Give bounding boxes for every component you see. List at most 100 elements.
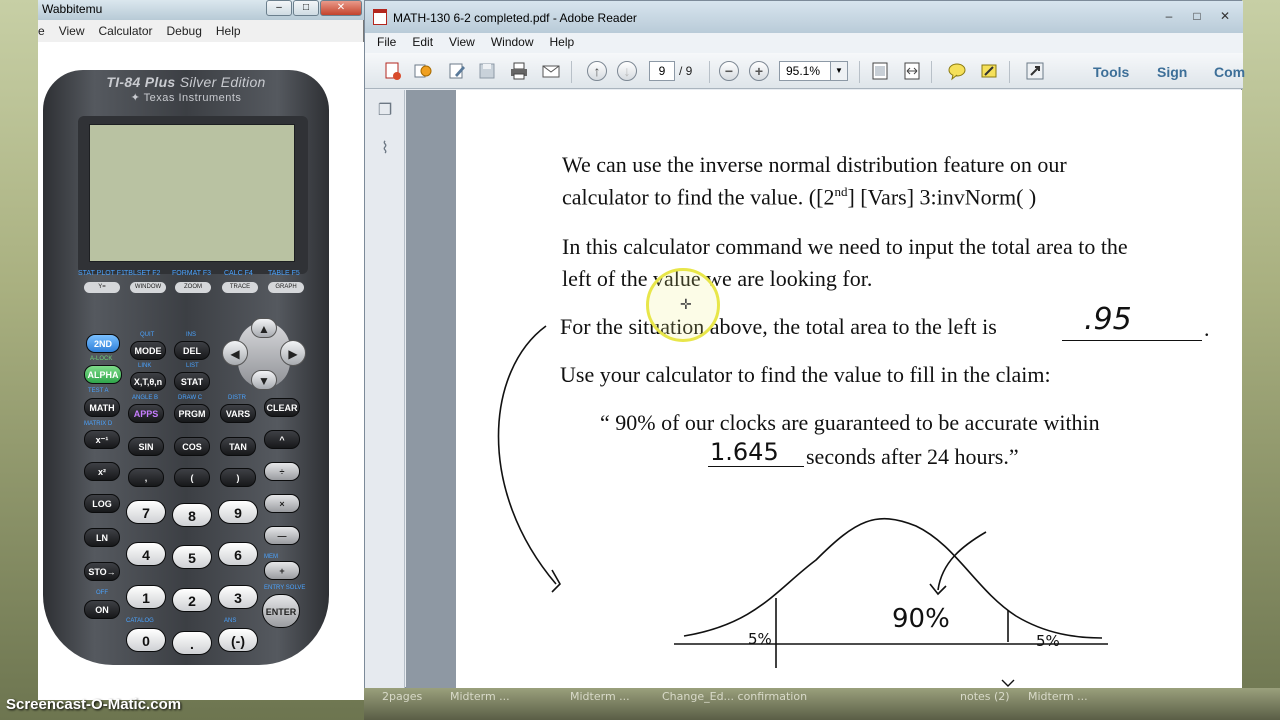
menu-edit[interactable]: Edit — [412, 33, 433, 53]
divide-key[interactable]: ÷ — [264, 462, 300, 481]
xt-key[interactable]: X,T,θ,n — [130, 372, 166, 391]
taskbar-item-2[interactable]: Midterm ... — [450, 690, 510, 703]
zoom-key[interactable]: ZOOM — [175, 282, 211, 293]
apps-key[interactable]: APPS — [128, 404, 164, 423]
fit-page-icon[interactable] — [868, 59, 892, 83]
next-page-icon[interactable]: ↓ — [615, 59, 639, 83]
down-arrow-icon[interactable]: ▼ — [251, 370, 277, 390]
edit-icon[interactable] — [445, 59, 469, 83]
menu-file[interactable]: File — [377, 33, 396, 53]
six-key[interactable]: 6 — [218, 542, 258, 566]
stat-key[interactable]: STAT — [174, 372, 210, 391]
attachments-icon[interactable]: ⌇ — [375, 138, 395, 160]
taskbar-item-6[interactable]: Midterm ... — [1028, 690, 1088, 703]
document-viewport[interactable]: We can use the inverse normal distributi… — [406, 90, 1242, 688]
cos-key[interactable]: COS — [174, 437, 210, 456]
subtract-key[interactable]: — — [264, 526, 300, 545]
window-key[interactable]: WINDOW — [130, 282, 166, 293]
decimal-key[interactable]: . — [172, 631, 212, 655]
left-arrow-icon[interactable]: ◀ — [222, 340, 248, 366]
reader-maximize-button[interactable]: □ — [1183, 7, 1211, 25]
inverse-key[interactable]: x⁻¹ — [84, 430, 120, 449]
math-key[interactable]: MATH — [84, 398, 120, 417]
nine-key[interactable]: 9 — [218, 500, 258, 524]
maximize-button[interactable]: □ — [293, 0, 319, 16]
alpha-key[interactable]: ALPHA — [84, 365, 122, 384]
ln-key[interactable]: LN — [84, 528, 120, 547]
menu-window[interactable]: Window — [491, 33, 534, 53]
reader-titlebar[interactable]: MATH-130 6-2 completed.pdf - Adobe Reade… — [365, 1, 1243, 33]
trace-key[interactable]: TRACE — [222, 282, 258, 293]
create-pdf-icon[interactable] — [381, 59, 405, 83]
menu-help[interactable]: Help — [550, 33, 575, 53]
right-paren-key[interactable]: ) — [220, 468, 256, 487]
seven-key[interactable]: 7 — [126, 500, 166, 524]
zoom-level-input[interactable]: 95.1% — [779, 61, 831, 81]
comment-icon[interactable] — [945, 59, 969, 83]
comma-key[interactable]: , — [128, 468, 164, 487]
reader-close-button[interactable]: ✕ — [1211, 7, 1239, 25]
mode-key[interactable]: MODE — [130, 341, 166, 360]
five-key[interactable]: 5 — [172, 545, 212, 569]
email-icon[interactable] — [539, 59, 563, 83]
prgm-key[interactable]: PRGM — [174, 404, 210, 423]
left-paren-key[interactable]: ( — [174, 468, 210, 487]
add-key[interactable]: + — [264, 561, 300, 580]
enter-key[interactable]: ENTER — [262, 594, 300, 628]
y-equals-key[interactable]: Y= — [84, 282, 120, 293]
combine-icon[interactable] — [411, 59, 435, 83]
comment-pane-link[interactable]: Com — [1214, 64, 1245, 80]
minimize-button[interactable]: – — [266, 0, 292, 16]
vars-key[interactable]: VARS — [220, 404, 256, 423]
right-arrow-icon[interactable]: ▶ — [280, 340, 306, 366]
tan-key[interactable]: TAN — [220, 437, 256, 456]
log-key[interactable]: LOG — [84, 494, 120, 513]
page-number-input[interactable]: 9 — [649, 61, 675, 81]
print-icon[interactable] — [507, 59, 531, 83]
one-key[interactable]: 1 — [126, 585, 166, 609]
sin-key[interactable]: SIN — [128, 437, 164, 456]
on-key[interactable]: ON — [84, 600, 120, 619]
second-key[interactable]: 2ND — [86, 334, 120, 353]
menu-view[interactable]: View — [449, 33, 475, 53]
square-key[interactable]: x² — [84, 462, 120, 481]
previous-page-icon[interactable]: ↑ — [585, 59, 609, 83]
close-button[interactable]: ✕ — [320, 0, 362, 16]
save-icon[interactable] — [475, 59, 499, 83]
expand-icon[interactable] — [1023, 59, 1047, 83]
zoom-out-icon[interactable]: − — [717, 59, 741, 83]
graph-key[interactable]: GRAPH — [268, 282, 304, 293]
taskbar-item-4[interactable]: Change_Ed... confirmation — [662, 690, 807, 703]
four-key[interactable]: 4 — [126, 542, 166, 566]
fkey-label-2: TBLSET F2 — [124, 270, 161, 277]
calculator-screen[interactable] — [89, 124, 295, 262]
up-arrow-icon[interactable]: ▲ — [251, 318, 277, 338]
taskbar-item-5[interactable]: notes (2) — [960, 690, 1010, 703]
tools-pane-link[interactable]: Tools — [1093, 64, 1129, 80]
taskbar-item-1[interactable]: 2pages — [382, 690, 422, 703]
multiply-key[interactable]: × — [264, 494, 300, 513]
menu-calculator[interactable]: Calculator — [98, 22, 152, 42]
clear-key[interactable]: CLEAR — [264, 398, 300, 417]
two-key[interactable]: 2 — [172, 588, 212, 612]
zoom-dropdown-icon[interactable]: ▼ — [830, 61, 848, 81]
reader-minimize-button[interactable]: – — [1155, 7, 1183, 25]
menu-edit[interactable]: e — [38, 22, 45, 42]
menu-view[interactable]: View — [59, 22, 85, 42]
taskbar-item-3[interactable]: Midterm ... — [570, 690, 630, 703]
eight-key[interactable]: 8 — [172, 503, 212, 527]
sign-pane-link[interactable]: Sign — [1157, 64, 1187, 80]
zero-key[interactable]: 0 — [126, 628, 166, 652]
wabbitemu-titlebar[interactable]: Wabbitemu – □ ✕ — [38, 0, 364, 20]
del-key[interactable]: DEL — [174, 341, 210, 360]
three-key[interactable]: 3 — [218, 585, 258, 609]
power-key[interactable]: ^ — [264, 430, 300, 449]
page-thumbnails-icon[interactable]: ❐ — [375, 100, 395, 122]
menu-help[interactable]: Help — [216, 22, 241, 42]
store-key[interactable]: STO→ — [84, 562, 120, 581]
menu-debug[interactable]: Debug — [167, 22, 202, 42]
negative-key[interactable]: (-) — [218, 628, 258, 652]
fit-width-icon[interactable] — [900, 59, 924, 83]
highlight-icon[interactable] — [977, 59, 1001, 83]
zoom-in-icon[interactable]: + — [747, 59, 771, 83]
